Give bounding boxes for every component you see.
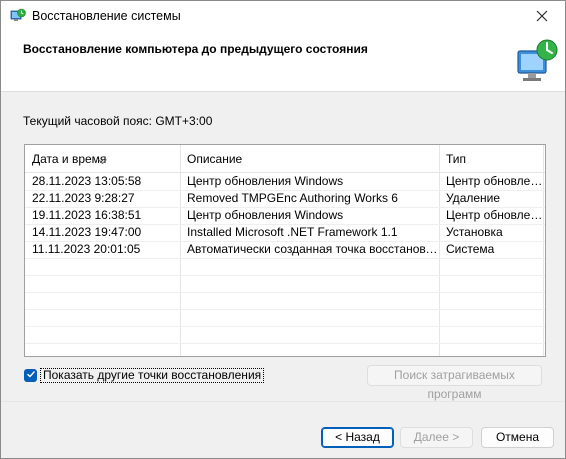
- system-restore-window: Восстановление системы Восстановление ко…: [0, 0, 566, 459]
- cell-datetime: 14.11.2023 19:47:00: [32, 225, 142, 239]
- show-more-points-label[interactable]: Показать другие точки восстановления: [40, 367, 265, 383]
- empty-row: [25, 275, 545, 293]
- table-header: Дата и время Описание Тип: [25, 145, 545, 173]
- cell-description: Removed TMPGEnc Authoring Works 6: [187, 191, 398, 205]
- table-row[interactable]: 28.11.2023 13:05:58 Центр обновления Win…: [25, 173, 545, 191]
- show-more-points-checkbox[interactable]: [24, 368, 37, 382]
- cell-datetime: 28.11.2023 13:05:58: [32, 174, 142, 188]
- empty-row: [25, 309, 545, 327]
- show-more-points-checkbox-row[interactable]: Показать другие точки восстановления: [24, 367, 265, 383]
- wizard-header: Восстановление компьютера до предыдущего…: [1, 33, 565, 92]
- cell-description: Центр обновления Windows: [187, 208, 344, 222]
- system-restore-icon: [10, 8, 26, 24]
- sort-desc-icon: [98, 146, 107, 175]
- cell-type: Установка: [446, 225, 503, 239]
- table-row[interactable]: 11.11.2023 20:01:05 Автоматически создан…: [25, 241, 545, 259]
- footer-divider: [1, 401, 565, 402]
- close-button[interactable]: [519, 1, 565, 33]
- column-header-datetime[interactable]: Дата и время: [25, 145, 181, 172]
- empty-row: [25, 326, 545, 344]
- scan-affected-programs-button[interactable]: Поиск затрагиваемых программ: [367, 365, 542, 401]
- column-header-description[interactable]: Описание: [180, 145, 439, 172]
- cell-datetime: 11.11.2023 20:01:05: [32, 242, 141, 256]
- empty-row: [25, 292, 545, 310]
- page-title: Восстановление компьютера до предыдущего…: [23, 42, 368, 56]
- timezone-label: Текущий часовой пояс: GMT+3:00: [23, 114, 213, 128]
- table-row[interactable]: 19.11.2023 16:38:51 Центр обновления Win…: [25, 207, 545, 225]
- empty-row: [25, 258, 545, 276]
- cell-type: Центр обновления Windows: [446, 174, 545, 188]
- close-icon: [536, 10, 548, 25]
- cell-datetime: 22.11.2023 9:28:27: [32, 191, 135, 205]
- cell-description: Installed Microsoft .NET Framework 1.1: [187, 225, 398, 239]
- restore-points-table[interactable]: Дата и время Описание Тип 28.11.2023 13:…: [24, 144, 546, 357]
- cell-type: Удаление: [446, 191, 501, 205]
- cell-type: Центр обновления Windows: [446, 208, 545, 222]
- restore-computer-icon: [513, 37, 561, 85]
- cell-datetime: 19.11.2023 16:38:51: [32, 208, 142, 222]
- cell-description: Автоматически созданная точка восстановл…: [187, 242, 439, 256]
- window-title: Восстановление системы: [32, 9, 181, 23]
- cell-type: Система: [446, 242, 495, 256]
- next-button[interactable]: Далее >: [400, 427, 473, 448]
- back-button[interactable]: < Назад: [321, 427, 394, 448]
- column-header-type[interactable]: Тип: [439, 145, 545, 172]
- title-bar: Восстановление системы: [1, 1, 565, 33]
- cancel-button[interactable]: Отмена: [481, 427, 554, 448]
- checkmark-icon: [26, 368, 36, 382]
- table-row[interactable]: 22.11.2023 9:28:27 Removed TMPGEnc Autho…: [25, 190, 545, 208]
- cell-description: Центр обновления Windows: [187, 174, 344, 188]
- table-row[interactable]: 14.11.2023 19:47:00 Installed Microsoft …: [25, 224, 545, 242]
